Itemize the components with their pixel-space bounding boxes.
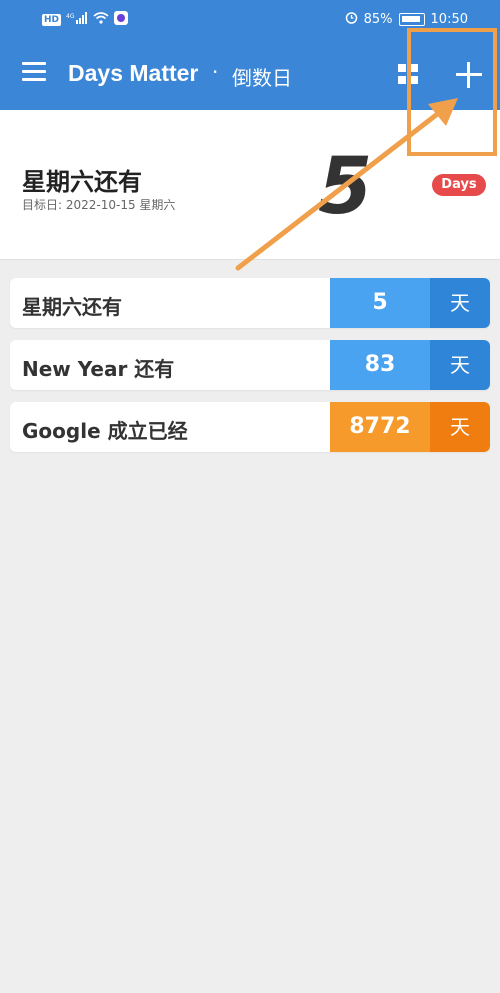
event-row[interactable]: Google 成立已经 8772 天 <box>10 402 490 452</box>
event-count: 8772 <box>330 402 430 452</box>
app-subtitle: 倒数日 <box>232 66 292 90</box>
network-label: 4G <box>66 13 75 20</box>
title-separator: · <box>212 60 219 84</box>
event-unit: 天 <box>430 278 490 328</box>
featured-event-count: 5 <box>318 142 373 232</box>
screen: HD 4G 85% 10:50 Days Matter · 倒数日 星期六还有 … <box>0 0 500 993</box>
annotation-highlight-box <box>407 28 497 156</box>
battery-icon <box>398 13 425 26</box>
event-label: New Year 还有 <box>22 357 175 381</box>
battery-percent: 85% <box>363 12 393 27</box>
event-row[interactable]: New Year 还有 83 天 <box>10 340 490 390</box>
event-label: 星期六还有 <box>22 295 122 319</box>
signal-icon: 4G <box>66 12 88 28</box>
featured-event-title: 星期六还有 <box>22 168 142 196</box>
status-left: HD 4G <box>42 11 129 29</box>
app-title: Days Matter <box>68 60 199 86</box>
event-label: Google 成立已经 <box>22 419 188 443</box>
days-badge: Days <box>432 174 486 196</box>
event-count: 5 <box>330 278 430 328</box>
event-row[interactable]: 星期六还有 5 天 <box>10 278 490 328</box>
event-unit: 天 <box>430 340 490 390</box>
app-notification-icon <box>114 11 129 29</box>
featured-event-date: 目标日: 2022-10-15 星期六 <box>22 198 176 212</box>
wifi-icon <box>93 12 109 28</box>
hd-badge: HD <box>42 14 62 26</box>
event-list: 星期六还有 5 天 New Year 还有 83 天 Google 成立已经 8… <box>10 278 490 464</box>
menu-icon[interactable] <box>22 62 46 82</box>
alarm-icon <box>345 11 358 28</box>
status-time: 10:50 <box>430 12 468 27</box>
event-unit: 天 <box>430 402 490 452</box>
status-right: 85% 10:50 <box>345 11 468 28</box>
event-count: 83 <box>330 340 430 390</box>
